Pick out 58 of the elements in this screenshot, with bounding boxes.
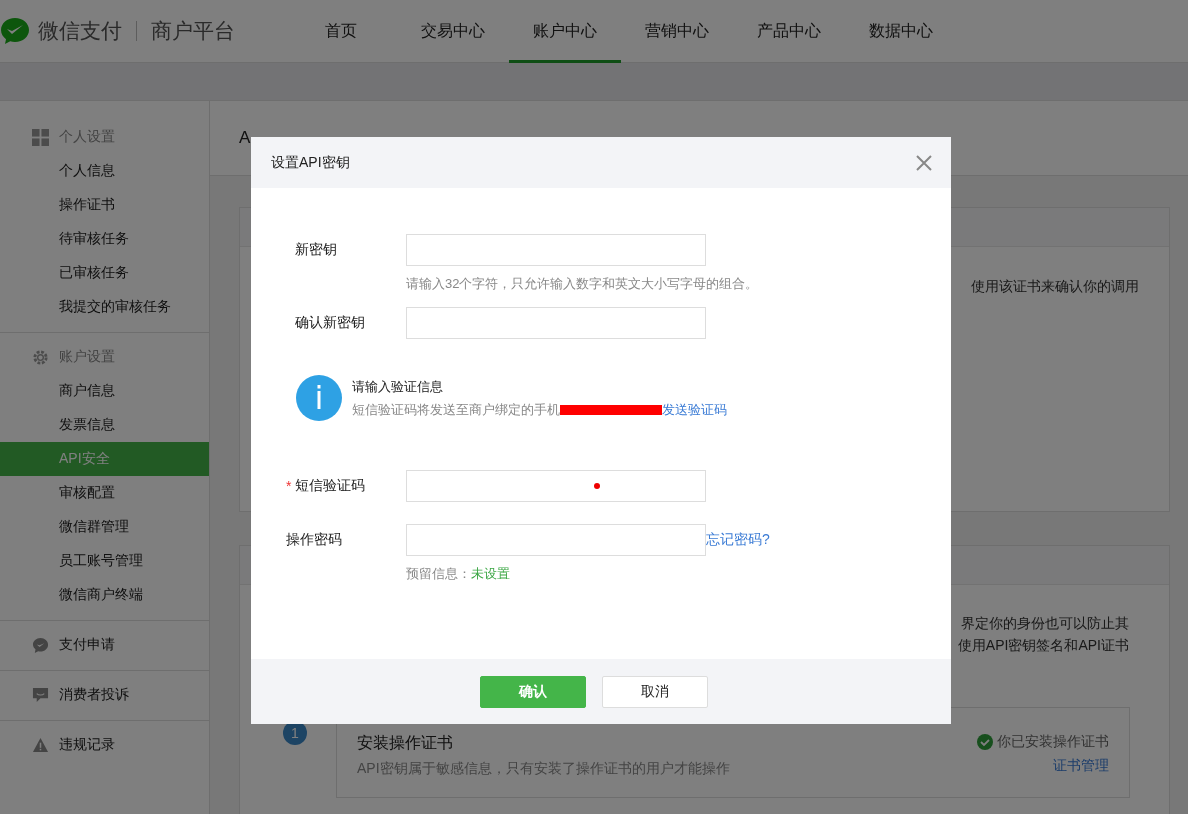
nav-tab[interactable]: 营销中心 [621,0,733,63]
sidebar-item[interactable]: 微信群管理 [0,510,209,544]
panel-text: 界定你的身份也可以防止其 [961,614,1129,633]
sidebar-item[interactable]: 审核配置 [0,476,209,510]
field-label: 确认新密钥 [294,313,366,332]
step-status: 你已安装操作证书 [997,733,1109,751]
sidebar-group-title: 个人设置 [59,128,115,146]
confirm-button[interactable]: 确认 [480,675,586,708]
sidebar-item[interactable]: 员工账号管理 [0,544,209,578]
send-code-link[interactable]: 发送验证码 [662,400,727,419]
chat-icon [32,686,49,704]
sidebar-group-title: 账户设置 [59,348,115,366]
check-circle-icon [977,734,993,750]
sidebar-item[interactable]: 发票信息 [0,408,209,442]
brand-name: 微信支付 [38,18,122,44]
check-bubble-icon [32,636,49,654]
info-icon [296,375,342,421]
panel-text: 使用API密钥签名和API证书 [957,636,1129,655]
input-field[interactable] [406,470,706,502]
required-mark: * [286,478,292,494]
input-field[interactable] [406,307,706,339]
sidebar-group-title[interactable]: 违规记录 [59,736,115,754]
close-icon[interactable] [916,154,932,171]
sidebar-item[interactable]: 已审核任务 [0,256,209,290]
nav-tab[interactable]: 首页 [285,0,397,63]
cancel-button[interactable]: 取消 [602,675,708,708]
page-heading: A [239,128,251,148]
nav-tab[interactable]: 产品中心 [733,0,845,63]
product-name: 商户平台 [151,18,235,44]
dialog-title: 设置API密钥 [271,153,350,172]
field-hint: 请输入32个字符，只允许输入数字和英文大小写字母的组合。 [406,275,759,293]
sidebar-item[interactable]: 微信商户终端 [0,578,209,612]
forgot-password-link[interactable]: 忘记密码? [706,531,770,549]
sidebar-group-title[interactable]: 消费者投诉 [59,686,129,704]
nav-tab[interactable]: 数据中心 [845,0,957,63]
sidebar-item[interactable]: 个人信息 [0,154,209,188]
gear-icon [32,348,49,366]
note-label: 预留信息： [406,566,471,581]
sidebar-item[interactable]: 我提交的审核任务 [0,290,209,324]
certificate-link[interactable]: 证书管理 [1053,757,1109,775]
input-field[interactable] [406,234,706,266]
nav-tab[interactable]: 交易中心 [397,0,509,63]
note-value: 未设置 [471,566,510,581]
sidebar-item[interactable]: 商户信息 [0,374,209,408]
field-label: 操作密码 [286,531,342,549]
sidebar-item[interactable]: 操作证书 [0,188,209,222]
notice-title: 请输入验证信息 [352,377,444,396]
input-field[interactable] [406,524,706,556]
sidebar-group-title[interactable]: 支付申请 [59,636,115,654]
sidebar-item[interactable]: 待审核任务 [0,222,209,256]
field-label: 短信验证码 [295,477,365,495]
warning-icon [32,736,49,754]
marker-dot [594,483,600,489]
field-label: 新密钥 [294,240,338,259]
grid-icon [32,128,49,146]
notice-text: 短信验证码将发送至商户绑定的手机 [352,400,560,419]
step-title: 安装操作证书 [357,733,454,753]
panel-text: 使用该证书来确认你的调用 [971,278,1139,296]
